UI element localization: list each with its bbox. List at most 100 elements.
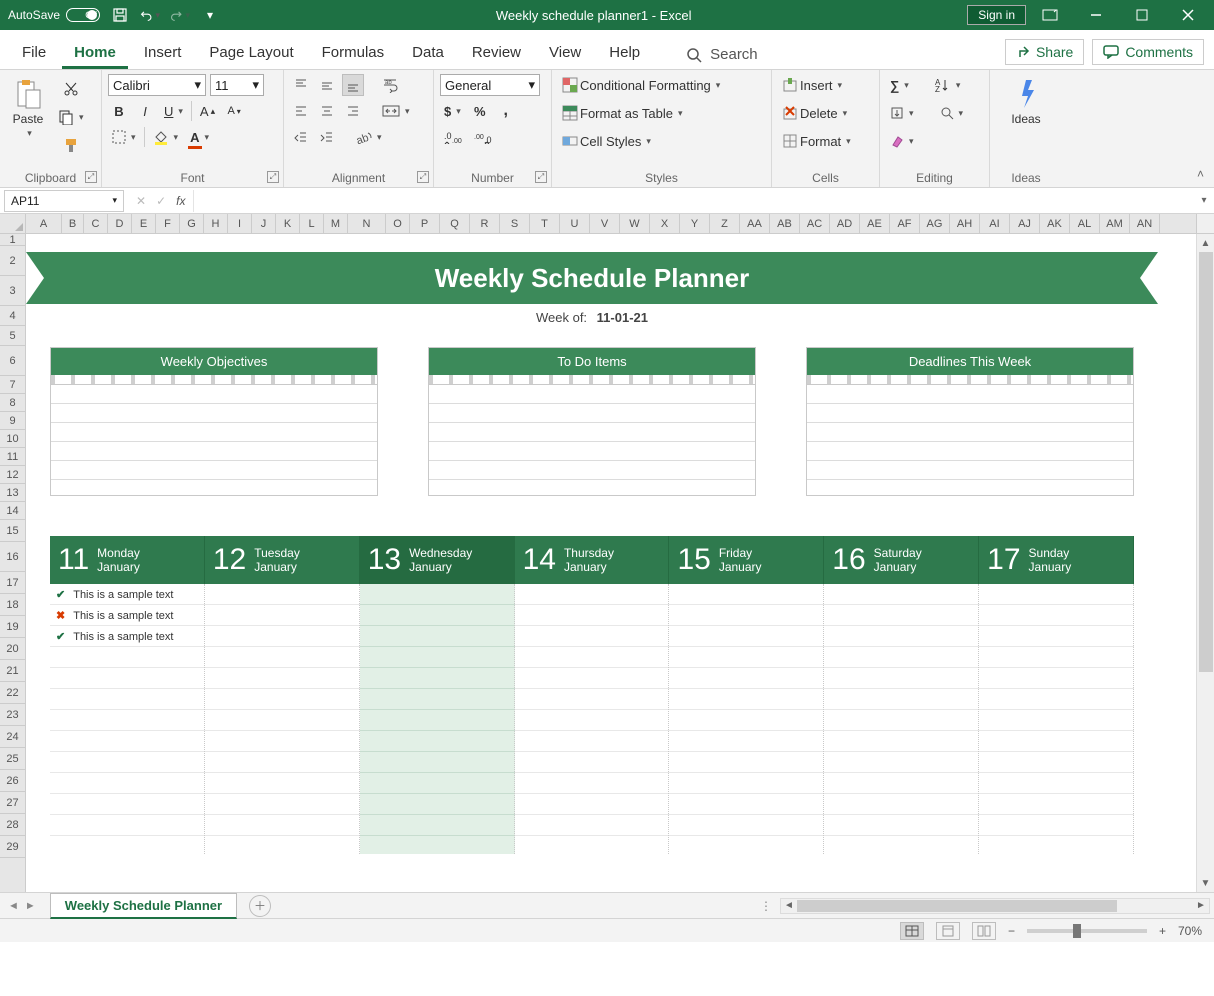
row-header-10[interactable]: 10 (0, 430, 25, 448)
row-header-19[interactable]: 19 (0, 616, 25, 638)
col-header-N[interactable]: N (348, 214, 386, 233)
tab-home[interactable]: Home (62, 38, 128, 69)
col-header-O[interactable]: O (386, 214, 410, 233)
conditional-formatting-button[interactable]: Conditional Formatting (558, 74, 724, 96)
col-header-S[interactable]: S (500, 214, 530, 233)
zoom-value[interactable]: 70% (1178, 924, 1202, 938)
col-header-AN[interactable]: AN (1130, 214, 1160, 233)
comma-format-button[interactable]: , (495, 100, 517, 122)
redo-button[interactable] (170, 5, 190, 25)
col-header-A[interactable]: A (26, 214, 62, 233)
row-header-2[interactable]: 2 (0, 246, 25, 276)
percent-format-button[interactable]: % (469, 100, 491, 122)
col-header-Q[interactable]: Q (440, 214, 470, 233)
save-icon[interactable] (110, 5, 130, 25)
task-row[interactable]: ✖This is a sample text (50, 605, 204, 626)
font-name-combo[interactable]: Calibri▾ (108, 74, 206, 96)
maximize-button[interactable] (1120, 0, 1164, 30)
increase-decimal-button[interactable]: .0.00 (440, 126, 466, 148)
col-header-M[interactable]: M (324, 214, 348, 233)
col-header-AC[interactable]: AC (800, 214, 830, 233)
decrease-indent-button[interactable] (290, 126, 312, 148)
align-center-button[interactable] (316, 100, 338, 122)
col-header-U[interactable]: U (560, 214, 590, 233)
tasks-col-monday[interactable]: ✔This is a sample text✖This is a sample … (50, 584, 205, 854)
row-header-6[interactable]: 6 (0, 346, 25, 376)
clear-button[interactable] (886, 130, 918, 152)
col-header-K[interactable]: K (276, 214, 300, 233)
tab-scroll-right[interactable]: ► (25, 900, 36, 912)
row-header-13[interactable]: 13 (0, 484, 25, 502)
col-header-Z[interactable]: Z (710, 214, 740, 233)
borders-button[interactable] (108, 126, 140, 148)
tasks-col-wednesday[interactable] (360, 584, 515, 854)
font-color-button[interactable]: A (186, 126, 213, 148)
row-header-27[interactable]: 27 (0, 792, 25, 814)
tab-scroll-left[interactable]: ◄ (8, 900, 19, 912)
card-deadlines-body[interactable] (807, 385, 1133, 495)
card-todo-body[interactable] (429, 385, 755, 495)
col-header-AD[interactable]: AD (830, 214, 860, 233)
comments-button[interactable]: Comments (1092, 39, 1204, 65)
row-header-20[interactable]: 20 (0, 638, 25, 660)
zoom-slider-knob[interactable] (1073, 924, 1081, 938)
col-header-C[interactable]: C (84, 214, 108, 233)
task-row[interactable]: ✔This is a sample text (50, 584, 204, 605)
col-header-G[interactable]: G (180, 214, 204, 233)
collapse-ribbon-button[interactable]: ˄ (1197, 167, 1204, 181)
zoom-in-button[interactable]: + (1159, 924, 1166, 938)
tasks-col-tuesday[interactable] (205, 584, 360, 854)
name-box[interactable]: AP11▾ (4, 190, 124, 212)
col-header-F[interactable]: F (156, 214, 180, 233)
ribbon-display-options-icon[interactable] (1028, 0, 1072, 30)
vertical-scrollbar[interactable]: ▲ ▼ (1196, 234, 1214, 892)
row-header-17[interactable]: 17 (0, 572, 25, 594)
increase-indent-button[interactable] (316, 126, 338, 148)
shrink-font-button[interactable]: A▾ (223, 100, 245, 122)
accounting-format-button[interactable]: $ (440, 100, 465, 122)
tab-review[interactable]: Review (460, 38, 533, 69)
scroll-up-arrow[interactable]: ▲ (1201, 234, 1211, 252)
tab-data[interactable]: Data (400, 38, 456, 69)
orientation-button[interactable]: ab (352, 126, 386, 148)
row-header-1[interactable]: 1 (0, 234, 25, 246)
formula-input[interactable] (193, 190, 1194, 212)
fill-button[interactable] (886, 102, 918, 124)
decrease-decimal-button[interactable]: .00.0 (470, 126, 496, 148)
enter-formula-icon[interactable]: ✓ (156, 194, 166, 208)
format-cells-button[interactable]: Format (778, 130, 870, 152)
autosum-button[interactable]: ∑ (886, 74, 913, 96)
col-header-P[interactable]: P (410, 214, 440, 233)
hscroll-right[interactable]: ► (1193, 900, 1209, 911)
tab-view[interactable]: View (537, 38, 593, 69)
row-header-25[interactable]: 25 (0, 748, 25, 770)
undo-button[interactable] (140, 5, 160, 25)
col-header-D[interactable]: D (108, 214, 132, 233)
col-header-Y[interactable]: Y (680, 214, 710, 233)
autosave-toggle[interactable]: AutoSave Off (8, 8, 100, 22)
col-header-T[interactable]: T (530, 214, 560, 233)
col-header-AM[interactable]: AM (1100, 214, 1130, 233)
insert-function-icon[interactable]: fx (176, 194, 185, 208)
hscroll-left[interactable]: ◄ (781, 900, 797, 911)
row-header-28[interactable]: 28 (0, 814, 25, 836)
vscroll-thumb[interactable] (1199, 252, 1213, 672)
row-header-23[interactable]: 23 (0, 704, 25, 726)
worksheet-area[interactable]: Weekly Schedule Planner Week of: 11-01-2… (26, 234, 1196, 892)
cut-button[interactable] (54, 78, 88, 100)
row-header-21[interactable]: 21 (0, 660, 25, 682)
col-header-J[interactable]: J (252, 214, 276, 233)
sheet-tab-active[interactable]: Weekly Schedule Planner (50, 893, 237, 919)
qat-customize-icon[interactable]: ▾ (200, 5, 220, 25)
tab-file[interactable]: File (10, 38, 58, 69)
tab-page-layout[interactable]: Page Layout (197, 38, 305, 69)
row-header-4[interactable]: 4 (0, 306, 25, 326)
page-layout-view-button[interactable] (936, 922, 960, 940)
col-header-AE[interactable]: AE (860, 214, 890, 233)
delete-cells-button[interactable]: Delete (778, 102, 870, 124)
zoom-slider[interactable] (1027, 929, 1147, 933)
tasks-col-thursday[interactable] (515, 584, 670, 854)
paste-button[interactable]: Paste (6, 74, 50, 143)
find-select-button[interactable] (936, 102, 968, 124)
align-right-button[interactable] (342, 100, 364, 122)
